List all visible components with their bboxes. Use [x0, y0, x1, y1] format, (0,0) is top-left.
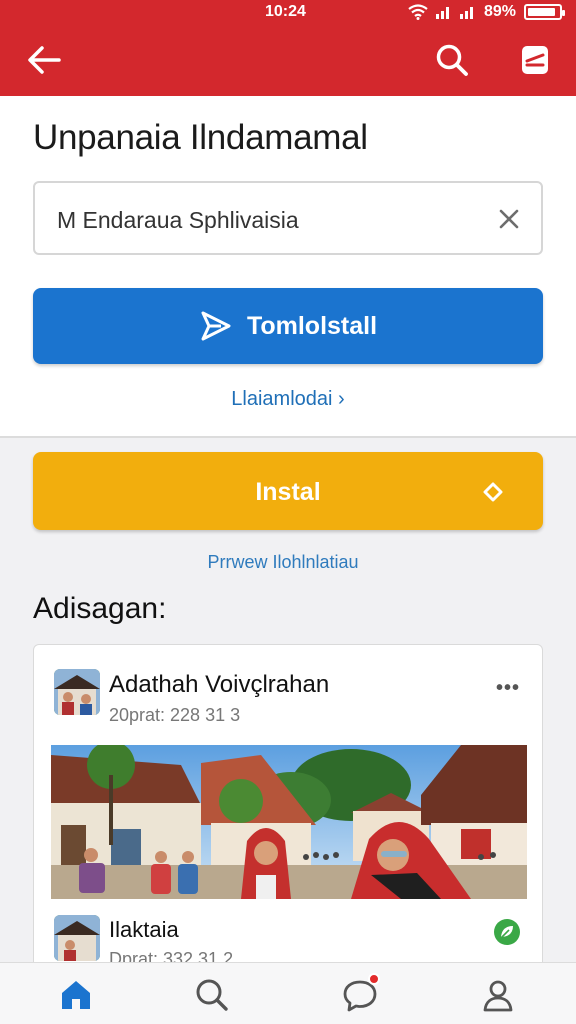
avatar-image-2 — [54, 915, 100, 961]
install-button[interactable]: Instal — [33, 452, 543, 530]
status-time: 10:24 — [265, 3, 306, 20]
preview-link[interactable]: Prrwew Ilohlnlatiau — [0, 552, 566, 573]
section-divider — [0, 436, 576, 438]
post-photo[interactable] — [51, 745, 527, 899]
battery-icon — [524, 4, 565, 20]
post-author-2[interactable]: Ilaktaia — [109, 917, 179, 943]
leaf-icon — [500, 926, 513, 939]
battery-fill — [528, 8, 555, 16]
wifi-icon — [408, 4, 428, 20]
share-icon — [522, 46, 548, 74]
app-bar — [0, 24, 576, 96]
signal-icon-2 — [459, 7, 473, 19]
install-button-label: Instal — [255, 478, 321, 506]
verified-leaf-icon — [494, 919, 520, 945]
nav-chat[interactable] — [342, 973, 380, 1013]
notification-badge — [368, 973, 380, 985]
search-icon — [196, 979, 228, 1011]
signal-icon — [435, 7, 449, 19]
status-icons: 89% — [408, 3, 565, 21]
profile-icon — [483, 980, 513, 1012]
village-photo — [51, 745, 527, 899]
avatar-2[interactable] — [54, 915, 100, 961]
post-author[interactable]: Adathah Voivçlrahan — [109, 671, 329, 699]
avatar-image — [54, 669, 100, 715]
nav-home[interactable] — [58, 977, 94, 1013]
post-meta: 20prat: 228 31 3 — [109, 705, 241, 725]
more-options-icon[interactable]: ••• — [496, 677, 520, 700]
section-title: Adisagan: — [33, 592, 167, 625]
back-button[interactable] — [24, 40, 64, 80]
nav-search[interactable] — [194, 977, 230, 1013]
battery-percent: 89% — [483, 3, 516, 20]
search-button[interactable] — [432, 40, 472, 80]
page-title: Unpanaia Ilndamamal — [33, 118, 368, 157]
share-button[interactable] — [515, 40, 555, 80]
more-link[interactable]: Llaiamlodai › — [0, 388, 576, 411]
search-input[interactable]: M Endaraua Sphlivaisia — [33, 181, 543, 255]
bottom-navigation — [0, 962, 576, 1024]
avatar[interactable] — [54, 669, 100, 715]
diamond-icon — [483, 482, 503, 502]
arrow-left-icon — [28, 46, 61, 74]
primary-install-button[interactable]: Tomlolstall — [33, 288, 543, 364]
primary-button-label: Tomlolstall — [246, 311, 378, 340]
send-icon — [201, 311, 231, 341]
search-input-value: M Endaraua Sphlivaisia — [57, 207, 299, 233]
nav-profile[interactable] — [480, 977, 516, 1013]
status-bar: 10:24 89% — [0, 0, 576, 24]
home-icon — [62, 981, 90, 1009]
search-icon — [436, 44, 468, 76]
close-icon[interactable] — [497, 207, 521, 231]
post-card[interactable]: Adathah Voivçlrahan 20prat: 228 31 3 ••• — [33, 644, 543, 974]
